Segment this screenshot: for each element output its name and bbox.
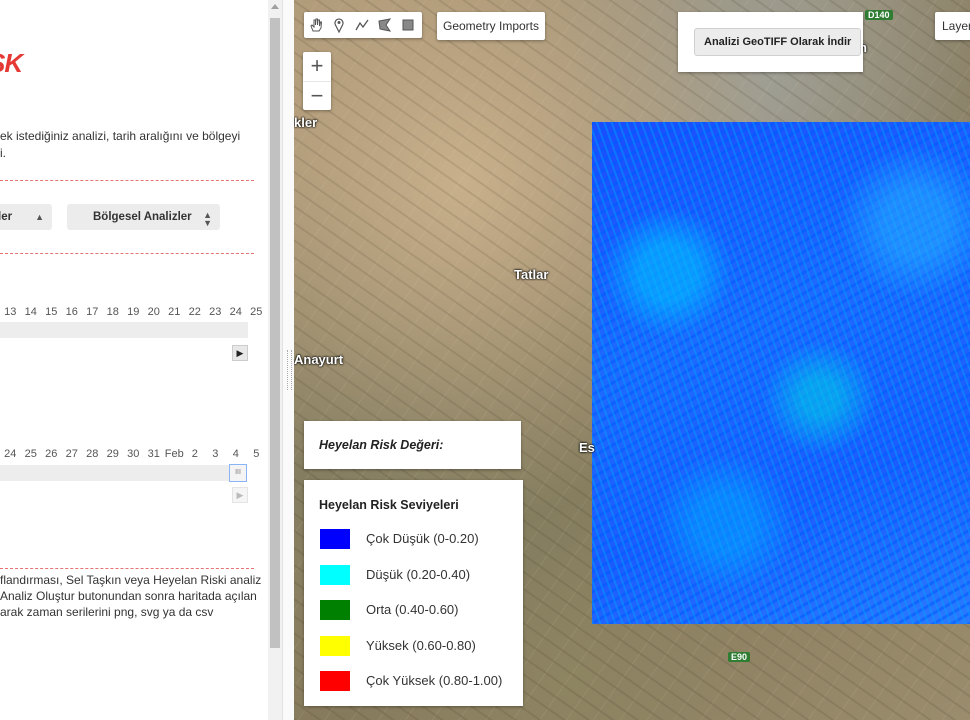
legend-label: Yüksek (0.60-0.80): [366, 637, 476, 653]
panel-scrollbar[interactable]: [268, 0, 282, 720]
divider-line: [0, 253, 254, 254]
legend-swatch: [320, 635, 350, 656]
tick-label: 25: [250, 306, 263, 318]
legend-swatch: [320, 671, 350, 691]
date-slider-ticks: 24 25 26 27 28 29 30 31 Feb 2 3 4 5: [0, 448, 267, 460]
download-geotiff-button[interactable]: Analizi GeoTIFF Olarak İndir: [694, 28, 862, 56]
tick-label: 14: [24, 306, 37, 318]
updown-icon: ▲: [35, 212, 44, 222]
legend-label: Düşük (0.20-0.40): [366, 566, 471, 582]
legend-label: Çok Yüksek (0.80-1.00): [366, 673, 503, 688]
landslide-risk-layer: [592, 122, 970, 624]
risk-value-title: Heyelan Risk Değeri:: [319, 438, 444, 452]
polygon-icon[interactable]: [375, 15, 395, 35]
road-shield: D140: [865, 10, 893, 20]
tick-label: 23: [209, 306, 222, 318]
date-slider-2[interactable]: [0, 465, 230, 481]
tick-label: 27: [65, 448, 78, 460]
app-title: SK: [0, 48, 23, 78]
tick-label: 25: [24, 448, 37, 460]
tick-label: 13: [4, 306, 17, 318]
tick-label: 3: [212, 448, 219, 460]
tick-label: 17: [86, 306, 99, 318]
tick-label: 24: [229, 306, 242, 318]
tick-label: 31: [147, 448, 160, 460]
tick-label: 5: [253, 448, 260, 460]
tick-label: 21: [168, 306, 181, 318]
legend-label: Orta (0.40-0.60): [366, 602, 459, 617]
place-label: kler: [294, 115, 318, 130]
zoom-in-button[interactable]: +: [303, 52, 331, 82]
legend-title: Heyelan Risk Seviyeleri: [319, 498, 459, 512]
legend-swatch: [320, 600, 350, 620]
grip-icon: [287, 350, 292, 390]
download-panel: Analizi GeoTIFF Olarak İndir: [678, 12, 863, 72]
intro-text: ek istediğiniz analizi, tarih aralığını …: [0, 129, 241, 160]
tick-label: 28: [86, 448, 99, 460]
tick-label: 24: [4, 448, 17, 460]
risk-legend: Heyelan Risk Seviyeleri Çok Düşük (0-0.2…: [304, 480, 523, 706]
layers-button[interactable]: Layers: [935, 12, 970, 40]
divider-line: [0, 180, 254, 181]
tick-label: 16: [65, 306, 78, 318]
tick-label: 4: [232, 448, 239, 460]
tick-label: 29: [106, 448, 119, 460]
legend-label: Çok Düşük (0-0.20): [366, 531, 479, 546]
play-button[interactable]: ▶: [232, 345, 248, 361]
updown-icon: ▲ ▼: [203, 210, 212, 228]
scrollbar-thumb[interactable]: [270, 18, 280, 648]
place-label: Anayurt: [294, 352, 344, 367]
play-button[interactable]: ▶: [232, 487, 248, 503]
scroll-up-icon[interactable]: [271, 4, 279, 9]
tick-label: Feb: [164, 448, 184, 460]
legend-swatch: [320, 529, 350, 549]
road-shield: E90: [728, 652, 751, 662]
rectangle-icon[interactable]: [398, 15, 418, 35]
analysis-type-select[interactable]: ler ▲: [0, 204, 52, 230]
risk-value-panel: Heyelan Risk Değeri:: [304, 421, 521, 469]
drawing-tools: [304, 12, 422, 38]
hand-icon[interactable]: [306, 15, 326, 35]
zoom-out-button[interactable]: −: [303, 82, 331, 111]
tick-label: 18: [106, 306, 119, 318]
legend-swatch: [320, 564, 350, 585]
tick-label: 15: [45, 306, 58, 318]
regional-analysis-select[interactable]: Bölgesel Analizler ▲ ▼: [67, 204, 220, 230]
slider-handle[interactable]: III: [229, 464, 247, 482]
zoom-control: + −: [303, 52, 331, 110]
tick-label: 19: [127, 306, 140, 318]
place-label: Tatlar: [514, 267, 549, 282]
line-icon[interactable]: [352, 15, 372, 35]
date-slider-ticks: 13 14 15 16 17 18 19 20 21 22 23 24 25: [0, 306, 267, 318]
tick-label: 22: [188, 306, 201, 318]
control-panel: SK ek istediğiniz analizi, tarih aralığı…: [0, 0, 282, 720]
place-label: Es: [579, 440, 595, 455]
description-text: flandırması, Sel Taşkın veya Heyelan Ris…: [0, 573, 262, 619]
divider-line: [0, 568, 254, 569]
date-slider-1[interactable]: [0, 322, 248, 338]
tick-label: 2: [191, 448, 198, 460]
tick-label: 20: [147, 306, 160, 318]
tick-label: 30: [127, 448, 140, 460]
tick-label: 26: [45, 448, 58, 460]
geometry-imports-button[interactable]: Geometry Imports: [437, 12, 545, 40]
marker-icon[interactable]: [329, 15, 349, 35]
